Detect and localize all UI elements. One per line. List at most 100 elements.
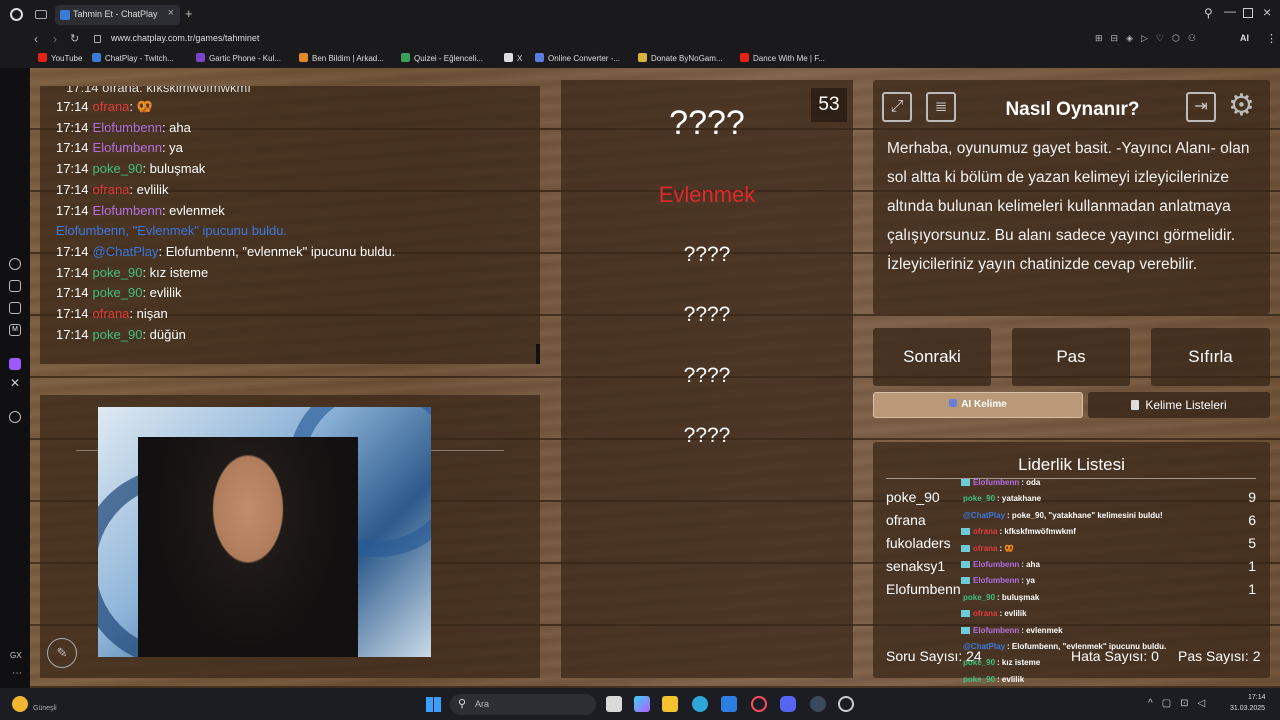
new-tab-button[interactable]: + [185, 6, 193, 21]
reload-icon[interactable]: ↻ [70, 32, 79, 45]
chat-text: düğün [149, 326, 186, 342]
start-button[interactable] [426, 697, 441, 712]
bookmark-chatplay[interactable]: ChatPlay - Twitch... [92, 53, 174, 63]
leaderboard-divider [886, 478, 1256, 479]
chat-message: 17:14 poke_90: düğün [56, 327, 186, 342]
clock-icon[interactable] [9, 411, 21, 423]
bookmark-quizei[interactable]: Quizei - Eğlenceli... [401, 53, 483, 63]
tab-overview-icon[interactable] [35, 10, 47, 19]
browser-tab-active[interactable]: Tahmin Et - ChatPlay × [55, 5, 180, 25]
close-window-button[interactable]: × [1263, 4, 1271, 20]
bag-icon[interactable] [9, 280, 21, 292]
bookmark-benbildim[interactable]: Ben Bildim | Arkad... [299, 53, 384, 63]
hint-2: ???? [683, 243, 731, 266]
address-bar[interactable]: www.chatplay.com.tr/games/tahminet [111, 33, 259, 43]
search-icon[interactable]: ⚲ [1204, 6, 1213, 20]
chat-username[interactable]: ofrana [93, 306, 130, 321]
pass-button[interactable]: Pas [1012, 328, 1130, 386]
bookmarks-bar: YouTube ChatPlay - Twitch... Gartic Phon… [0, 50, 1280, 68]
taskbar-search[interactable]: ⚲ Ara [450, 694, 596, 715]
opera-gx-icon[interactable] [751, 696, 767, 712]
settings-gear-icon[interactable]: ⚙ [1228, 90, 1255, 122]
discord-icon[interactable] [780, 696, 796, 712]
fullscreen-icon[interactable]: ⤢ [882, 92, 912, 122]
reset-button[interactable]: Sıfırla [1151, 328, 1270, 386]
history-icon[interactable] [9, 258, 21, 270]
chat-username[interactable]: ofrana [93, 182, 130, 197]
weather-icon [12, 696, 28, 712]
overlay-text: : buluşmak [997, 592, 1040, 602]
word-lists-button[interactable]: Kelime Listeleri [1088, 392, 1270, 418]
chat-username[interactable]: poke_90 [93, 285, 143, 300]
hint-1: Evlenmek [658, 182, 756, 207]
chat-username[interactable]: @ChatPlay [93, 244, 159, 259]
more-icon[interactable]: ⋯ [12, 668, 22, 679]
gx-label[interactable]: GX [10, 651, 22, 660]
overlay-username: poke_90 [963, 494, 996, 504]
edit-pen-button[interactable]: ✎ [47, 638, 77, 668]
overlay-chat-line: poke_90: yatakhane [963, 494, 1041, 503]
chat-username[interactable]: Elofumbenn [93, 120, 162, 135]
chat-username[interactable]: Elofumbenn [93, 203, 162, 218]
chat-username[interactable]: Elofumbenn [93, 140, 162, 155]
bookmark-donate[interactable]: Donate ByNoGam... [638, 53, 723, 63]
chat-message: 17:14 Elofumbenn: ya [56, 140, 183, 155]
document-icon[interactable]: ≣ [926, 92, 956, 122]
steam-icon[interactable] [810, 696, 826, 712]
exit-icon[interactable]: ⇥ [1186, 92, 1216, 122]
chat-separator: : [142, 326, 150, 342]
clock-time[interactable]: 17:14 [1248, 694, 1266, 701]
copilot-icon[interactable] [634, 696, 650, 712]
mail-icon[interactable]: M [9, 324, 21, 336]
leaderboard-title: Liderlik Listesi [1018, 455, 1125, 474]
overlay-username: Elofumbenn [973, 576, 1020, 586]
leaderboard-name: senaksy1 [886, 558, 946, 574]
ai-button[interactable]: AI [1240, 33, 1249, 43]
chat-username[interactable]: poke_90 [93, 161, 143, 176]
tab-title: Tahmin Et - ChatPlay [73, 9, 158, 19]
overlay-text: : evlilik [997, 674, 1025, 684]
list-icon [1131, 400, 1140, 410]
badge-icon [961, 610, 970, 618]
next-button[interactable]: Sonraki [873, 328, 991, 386]
tray-icons[interactable]: ^▢⊡◁ [1148, 698, 1214, 709]
bookmark-gartic[interactable]: Gartic Phone - Kul... [196, 53, 281, 63]
tab-close-icon[interactable]: × [168, 7, 174, 19]
bookmark-online-converter[interactable]: Online Converter -... [535, 53, 620, 63]
search-icon: ⚲ [458, 698, 467, 710]
minimize-button[interactable]: — [1224, 4, 1236, 18]
edge-icon[interactable] [692, 696, 708, 712]
overlay-chat-line: poke_90: evlilik [963, 675, 1024, 684]
chat-separator: : [142, 264, 150, 280]
twitch-icon[interactable] [9, 358, 21, 370]
chat-time: 17:14 [56, 140, 89, 156]
main-word: ???? [669, 104, 745, 142]
forward-icon[interactable]: › [53, 32, 57, 46]
menu-icon[interactable]: ⋮ [1266, 32, 1277, 45]
chat-text: evlilik [136, 181, 169, 197]
opera-logo-icon[interactable] [10, 8, 23, 21]
chat-username[interactable]: poke_90 [93, 265, 143, 280]
app-icon[interactable] [838, 696, 854, 712]
chat-username[interactable]: Elofumbenn, [56, 223, 129, 238]
store-icon[interactable] [721, 696, 737, 712]
bookmark-dance[interactable]: Dance With Me | F... [740, 53, 825, 63]
folder-icon[interactable] [662, 696, 678, 712]
chat-username[interactable]: ofrana [93, 99, 130, 114]
chat-message: 17:14 ofrana: nişan [56, 306, 168, 321]
browser-tab-bar: Tahmin Et - ChatPlay × + ⚲ — × [0, 0, 1280, 30]
bookmark-x[interactable]: X [504, 53, 522, 63]
x-icon[interactable]: ✕ [10, 376, 20, 390]
overlay-chat-line: ofrana: evlilik [961, 609, 1027, 618]
maximize-button[interactable] [1243, 8, 1253, 18]
ai-word-button[interactable]: AI Kelime [873, 392, 1083, 418]
chat-scrollbar[interactable] [536, 344, 540, 364]
file-explorer-icon[interactable] [606, 696, 622, 712]
chat-username[interactable]: poke_90 [93, 327, 143, 342]
extensions-icon[interactable]: ⊞⊟◈▷♡⬡⚇ [1095, 33, 1245, 45]
tag-icon[interactable] [9, 302, 21, 314]
clock-date[interactable]: 31.03.2025 [1230, 705, 1265, 712]
back-icon[interactable]: ‹ [34, 32, 38, 46]
bookmark-youtube[interactable]: YouTube [38, 53, 82, 63]
overlay-text: : kfkskfmwöfmwkmf [999, 527, 1076, 537]
